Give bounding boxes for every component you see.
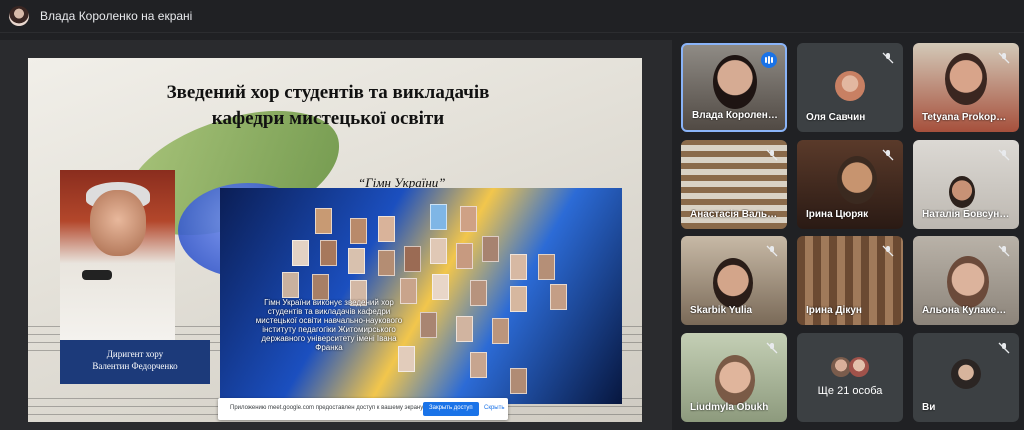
choir-member-thumb <box>315 208 332 234</box>
hide-notice-link[interactable]: Скрыть <box>484 405 504 411</box>
mic-off-icon <box>998 149 1010 161</box>
choir-member-thumb <box>510 254 527 280</box>
self-avatar <box>951 359 981 389</box>
choir-member-thumb <box>292 240 309 266</box>
participant-video <box>713 55 757 109</box>
choir-member-thumb <box>312 274 329 300</box>
participant-name: Влада Королен… <box>692 110 778 121</box>
choir-member-thumb <box>510 368 527 394</box>
mic-off-icon <box>998 342 1010 354</box>
participant-name: Ірина Цюряк <box>806 209 869 220</box>
choir-member-thumb <box>456 243 473 269</box>
stop-sharing-button[interactable]: Закрыть доступ <box>423 402 479 416</box>
participant-tile[interactable]: Liudmyla Obukh <box>681 333 787 422</box>
choir-member-thumb <box>470 352 487 378</box>
slide-title-line-2: кафедри мистецької освіти <box>211 108 445 129</box>
mic-off-icon <box>882 149 894 161</box>
speaking-indicator-icon <box>761 52 777 68</box>
presentation-stage[interactable]: Зведений хор студентів та викладачів каф… <box>0 40 672 430</box>
more-participants-label: Ще 21 особа <box>817 385 883 397</box>
mic-off-icon <box>766 149 778 161</box>
conductor-role: Диригент хору <box>106 349 164 359</box>
choir-member-thumb <box>430 238 447 264</box>
conductor-name: Валентин Федорченко <box>92 361 178 371</box>
share-notice-message: Приложению meet.google.com предоставлен … <box>230 405 425 411</box>
participant-name: Анастасія Валь… <box>690 209 778 220</box>
choir-video: Гімн України виконує зведений хор студен… <box>220 188 622 404</box>
portrait-glasses <box>82 270 112 280</box>
shared-slide: Зведений хор студентів та викладачів каф… <box>28 58 642 422</box>
mic-off-icon <box>882 245 894 257</box>
choir-member-thumb <box>510 286 527 312</box>
choir-member-thumb <box>282 272 299 298</box>
mic-off-icon <box>998 245 1010 257</box>
participant-video <box>837 156 877 204</box>
participant-name: Наталія Бовсун… <box>922 209 1010 220</box>
participant-tile[interactable]: Влада Королен… <box>681 43 787 132</box>
mic-off-icon <box>766 342 778 354</box>
participant-avatar <box>849 357 869 377</box>
participant-name: Ірина Дікун <box>806 305 862 316</box>
conductor-portrait <box>60 170 175 340</box>
choir-member-thumb <box>348 248 365 274</box>
choir-member-thumb <box>432 274 449 300</box>
participant-tile[interactable]: Наталія Бовсун… <box>913 140 1019 229</box>
participant-name: Liudmyla Obukh <box>690 402 769 413</box>
portrait-face <box>90 190 146 256</box>
choir-member-thumb <box>378 216 395 242</box>
choir-member-thumb <box>470 280 487 306</box>
video-caption: Гімн України виконує зведений хор студен… <box>255 298 403 352</box>
presenter-avatar <box>9 6 29 26</box>
participant-avatar <box>831 357 851 377</box>
participant-name: Ви <box>922 402 936 413</box>
slide-title-line-1: Зведений хор студентів та викладачів <box>166 82 490 103</box>
participant-tile[interactable]: Ірина Дікун <box>797 236 903 325</box>
participant-name: Tetyana Prokop… <box>922 112 1007 123</box>
choir-member-thumb <box>350 218 367 244</box>
presenter-title: Влада Короленко на екрані <box>40 9 193 23</box>
participant-video <box>947 256 989 308</box>
choir-member-thumb <box>460 206 477 232</box>
participant-tile[interactable]: Tetyana Prokop… <box>913 43 1019 132</box>
participant-video <box>949 176 975 208</box>
participant-tile[interactable]: Ірина Цюряк <box>797 140 903 229</box>
more-participants-tile[interactable]: Ще 21 особа <box>797 333 903 422</box>
choir-member-thumb <box>492 318 509 344</box>
choir-member-thumb <box>456 316 473 342</box>
participant-video <box>713 258 753 308</box>
participant-avatar <box>835 71 865 101</box>
mic-off-icon <box>998 52 1010 64</box>
participant-tile[interactable]: Анастасія Валь… <box>681 140 787 229</box>
mic-off-icon <box>882 52 894 64</box>
participant-video <box>715 355 755 405</box>
mic-off-icon <box>766 245 778 257</box>
choir-member-thumb <box>482 236 499 262</box>
participant-name: Альона Кулаке… <box>922 305 1007 316</box>
choir-member-thumb <box>550 284 567 310</box>
choir-member-thumb <box>320 240 337 266</box>
participant-tile[interactable]: Альона Кулаке… <box>913 236 1019 325</box>
screen-share-notice: Приложению meet.google.com предоставлен … <box>218 398 508 420</box>
conductor-caption: Диригент хору Валентин Федорченко <box>60 340 210 384</box>
presenter-bar: Влада Короленко на екрані <box>0 0 1024 33</box>
choir-member-thumb <box>420 312 437 338</box>
choir-member-thumb <box>378 250 395 276</box>
participant-video <box>945 53 987 105</box>
choir-member-thumb <box>538 254 555 280</box>
participant-name: Skarbik Yulia <box>690 305 753 316</box>
choir-member-thumb <box>430 204 447 230</box>
participant-name: Оля Савчин <box>806 112 866 123</box>
self-tile[interactable]: Ви <box>913 333 1019 422</box>
participant-tile[interactable]: Оля Савчин <box>797 43 903 132</box>
choir-member-thumb <box>404 246 421 272</box>
participant-tile[interactable]: Skarbik Yulia <box>681 236 787 325</box>
